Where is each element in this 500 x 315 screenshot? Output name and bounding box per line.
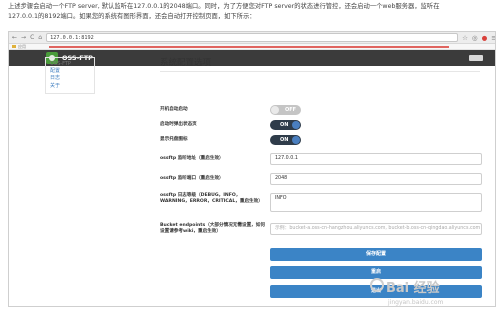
menu-icon[interactable]: ≡	[491, 33, 495, 43]
apps-icon[interactable]	[12, 45, 16, 48]
title-divider	[160, 71, 480, 72]
intro-line-1: 上述步骤会启动一个FTP server, 默认监听在127.0.0.1的2048…	[8, 3, 440, 10]
star-icon[interactable]: ☆	[462, 33, 468, 43]
log-level-label: ossftp 日志等级（DEBUG，INFO，WARNING，ERROR，CRI…	[160, 193, 263, 205]
watermark-url: jingyan.baidu.com	[388, 299, 444, 306]
adblock-icon[interactable]: ●	[482, 33, 488, 43]
open-browser-label: 启动时弹出状态页	[160, 122, 197, 127]
page-title: 系统配置选项	[160, 58, 212, 68]
bucket-endpoints-input[interactable]: 示例：bucket-a.oss-cn-hangzhou.aliyuncs.com…	[270, 223, 482, 235]
article-intro-text: 上述步骤会启动一个FTP server, 默认监听在127.0.0.1的2048…	[8, 2, 496, 22]
intro-line-2: 127.0.0.1的8192端口。如果您的系统有图形界面，还会自动打开控制页面，…	[8, 13, 256, 21]
log-level-input[interactable]: INFO	[270, 193, 482, 212]
reload-icon[interactable]: C	[30, 33, 34, 43]
forward-icon[interactable]: →	[21, 33, 26, 43]
header-status-icon[interactable]	[469, 55, 483, 61]
autostart-label: 开机自动启动	[160, 107, 188, 112]
back-icon[interactable]: ←	[12, 33, 17, 43]
bucket-endpoints-label: Bucket endpoints（大部分情况无需设置，如何设置请参考wiki，重…	[160, 223, 265, 235]
extension-icon[interactable]: ◎	[472, 33, 478, 43]
save-config-button[interactable]: 保存配置	[270, 248, 482, 261]
browser-toolbar: ← → C ⌂ 127.0.0.1:8192 ☆ ◎ ● ≡	[9, 32, 495, 44]
baidu-jingyan-watermark: Bai 经验 jingyan.baidu.com	[368, 275, 493, 311]
sidebar-item-log[interactable]: 日志	[50, 75, 90, 82]
listen-port-input[interactable]: 2048	[270, 173, 482, 185]
address-bar[interactable]: 127.0.0.1:8192	[46, 33, 459, 42]
tray-icon-label: 显示托盘图标	[160, 137, 188, 142]
watermark-text: Bai 经验	[386, 281, 440, 296]
baidu-paw-icon	[370, 278, 384, 292]
sidebar-item-oss-ftp[interactable]: OSS-FTP	[50, 61, 90, 68]
autostart-toggle[interactable]: OFF	[270, 105, 301, 115]
listen-port-label: ossftp 监听端口（重启生效）	[160, 176, 224, 181]
home-icon[interactable]: ⌂	[38, 33, 42, 43]
listen-address-label: ossftp 监听地址（重启生效）	[160, 156, 224, 161]
browser-extension-icons: ☆ ◎ ● ≡	[462, 33, 495, 43]
open-browser-toggle[interactable]: ON	[270, 120, 301, 130]
listen-address-input[interactable]: 127.0.0.1	[270, 153, 482, 165]
tray-icon-toggle[interactable]: ON	[270, 135, 301, 145]
redaction-line	[49, 46, 449, 48]
sidebar-item-about[interactable]: 关于	[50, 83, 90, 90]
sidebar: OSS-FTP 配置 日志 关于	[45, 57, 95, 94]
